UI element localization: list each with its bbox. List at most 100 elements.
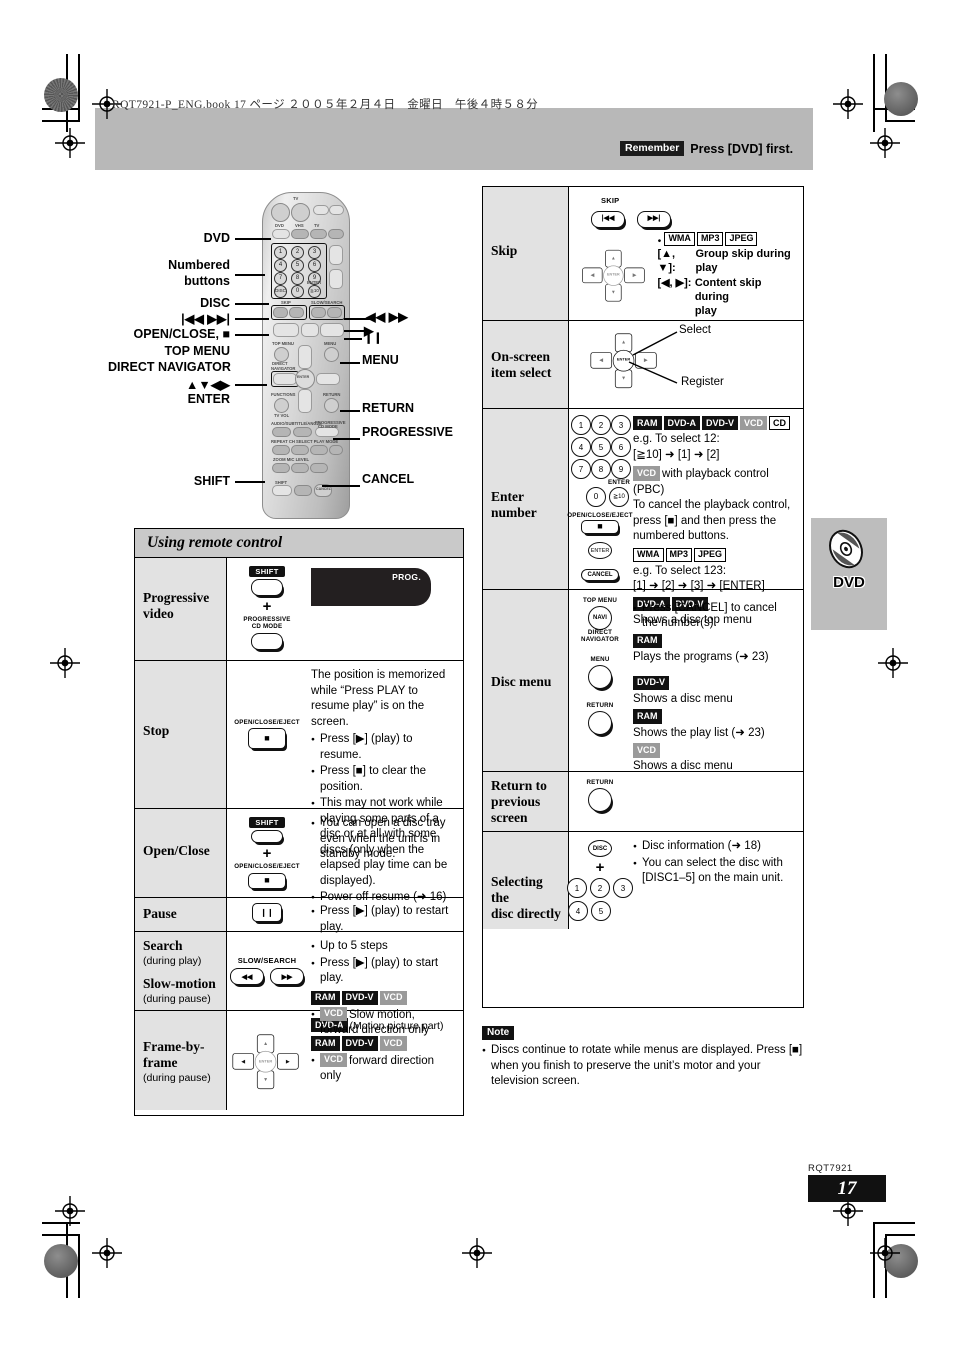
return-key-icon[interactable] xyxy=(588,711,612,736)
remote-play-key[interactable] xyxy=(320,323,344,337)
remote-setup-key[interactable] xyxy=(294,485,312,496)
number-key-1[interactable]: 1 xyxy=(571,415,591,435)
remote-side-btn-2[interactable] xyxy=(329,269,343,289)
table-row: Selecting the disc directly DISC + 1 2 3… xyxy=(483,832,803,929)
remote-num-7[interactable]: 7 xyxy=(274,272,287,285)
remote-key-oval[interactable] xyxy=(251,830,283,844)
remote-vhs-key-label: VHS xyxy=(295,223,304,228)
enter-key-icon[interactable]: ENTER xyxy=(588,542,612,559)
remote-shift-key[interactable] xyxy=(272,485,292,496)
number-key-7[interactable]: 7 xyxy=(571,459,591,479)
disc-key-icon[interactable]: DISC xyxy=(588,840,612,857)
remote-num-1[interactable]: 1 xyxy=(274,246,287,259)
remote-dvd-key[interactable] xyxy=(272,229,290,239)
skip-forward-key-icon[interactable]: ▶▶| xyxy=(637,210,671,228)
remote-num-4[interactable]: 4 xyxy=(274,259,287,272)
number-key-5[interactable]: 5 xyxy=(591,437,611,457)
cursor-right-key[interactable]: ▶ xyxy=(277,1052,299,1070)
row-label-disc-menu: Disc menu xyxy=(483,590,569,771)
number-key-6[interactable]: 6 xyxy=(611,437,631,457)
cancel-key-icon[interactable]: CANCEL xyxy=(581,569,619,582)
remote-num-6[interactable]: 6 xyxy=(308,259,321,272)
remote-num-2[interactable]: 2 xyxy=(291,246,304,259)
pause-key-icon[interactable]: ❙❙ xyxy=(252,903,282,922)
number-key-3[interactable]: 3 xyxy=(611,415,631,435)
return-key-icon[interactable] xyxy=(588,787,612,812)
remote-side-btn-1[interactable] xyxy=(329,245,343,265)
remote-skip-fwd[interactable] xyxy=(289,307,304,318)
remote-key-oval[interactable] xyxy=(251,579,283,596)
number-key-8[interactable]: 8 xyxy=(591,459,611,479)
remote-search-back[interactable] xyxy=(311,307,326,318)
badge-vcd: VCD xyxy=(379,990,407,1005)
remote-pause-key[interactable] xyxy=(301,323,319,337)
menu-key-icon[interactable] xyxy=(588,665,612,690)
remote-num-5[interactable]: 5 xyxy=(291,259,304,272)
remote-num-enter[interactable]: ≧10 xyxy=(308,285,321,298)
skip-back-key-icon[interactable]: |◀◀ xyxy=(591,210,625,228)
remote-lower-btn-3[interactable] xyxy=(272,445,290,455)
remote-enter-key[interactable] xyxy=(295,369,315,389)
remote-lower-btn-8[interactable] xyxy=(291,463,309,473)
cursor-left-key[interactable]: ◀ xyxy=(232,1052,255,1070)
remote-cursor-right[interactable] xyxy=(316,373,340,385)
disc-number-key-3[interactable]: 3 xyxy=(613,878,633,898)
disc-number-key-5[interactable]: 5 xyxy=(591,901,611,921)
remote-tv-key[interactable] xyxy=(310,229,327,239)
remote-aux-key[interactable] xyxy=(328,229,344,239)
progressive-key-icon[interactable] xyxy=(251,632,283,650)
cursor-down-key[interactable]: ▼ xyxy=(605,283,622,302)
search-rewind-key-icon[interactable]: ◀◀ xyxy=(230,968,264,986)
remote-lower-btn-5[interactable] xyxy=(310,445,328,455)
stop-key-icon[interactable]: ■ xyxy=(248,872,286,889)
remote-lower-btn-2[interactable] xyxy=(293,427,312,437)
disc-number-key-2[interactable]: 2 xyxy=(590,878,610,898)
disc-number-key-1[interactable]: 1 xyxy=(567,878,587,898)
number-key-2[interactable]: 2 xyxy=(591,415,611,435)
remote-lower-btn-9[interactable] xyxy=(310,463,328,473)
remote-lower-btn-1[interactable] xyxy=(272,427,291,437)
row-label-stop: Stop xyxy=(135,661,227,808)
cursor-down-key[interactable]: ▼ xyxy=(256,1069,275,1089)
number-key-4[interactable]: 4 xyxy=(571,437,591,457)
remote-functions-key[interactable] xyxy=(274,398,289,413)
remote-return-key[interactable] xyxy=(324,398,339,413)
remote-vhs-key[interactable] xyxy=(291,229,309,239)
callout-enter: ENTER xyxy=(187,392,230,406)
remote-stop-key[interactable] xyxy=(273,323,299,337)
stop-key-icon[interactable]: ■ xyxy=(581,519,619,535)
power-dial-1 xyxy=(271,203,290,222)
remote-cursor-down[interactable] xyxy=(298,389,312,413)
cursor-left-key[interactable]: ◀ xyxy=(590,352,613,369)
select-leader-line xyxy=(632,331,678,356)
remote-menu-key[interactable] xyxy=(324,347,339,362)
remote-num-3[interactable]: 3 xyxy=(308,246,321,259)
remote-skip-back[interactable] xyxy=(273,307,288,318)
remote-topmenu-key[interactable] xyxy=(274,347,289,362)
number-key-9[interactable]: 9 xyxy=(611,459,631,479)
badge-ram: RAM xyxy=(633,709,662,724)
navi-key-icon[interactable]: NAVI xyxy=(588,605,612,630)
list-item: Press [CANCEL] to cancel the number(s). xyxy=(633,601,795,632)
cursor-pad-icon: ▲ ◀ ▶ ▼ ENTER xyxy=(582,249,646,302)
enter-key[interactable]: ENTER xyxy=(603,265,624,286)
number-key-0[interactable]: 0 xyxy=(586,486,607,507)
remote-return-label: RETURN xyxy=(323,392,341,397)
cursor-left-key[interactable]: ◀ xyxy=(582,267,603,284)
enter-key[interactable]: ENTER xyxy=(254,1050,277,1073)
search-forward-key-icon[interactable]: ▶▶ xyxy=(270,968,304,986)
remote-lower-btn-7[interactable] xyxy=(272,463,290,473)
cursor-right-key[interactable]: ▶ xyxy=(624,267,645,284)
remote-disc-key[interactable]: DISC xyxy=(274,285,287,298)
remote-cursor-up[interactable] xyxy=(298,345,312,369)
remote-cursor-left[interactable] xyxy=(273,373,297,385)
number-key-over10[interactable]: ≧10 xyxy=(609,486,629,507)
remote-search-fwd[interactable] xyxy=(327,307,342,318)
remote-num-0[interactable]: 0 xyxy=(291,285,304,298)
remote-num-8[interactable]: 8 xyxy=(291,272,304,285)
stop-key-icon[interactable]: ■ xyxy=(248,728,286,750)
disc-number-key-4[interactable]: 4 xyxy=(568,901,588,921)
remote-lower-btn-4[interactable] xyxy=(291,445,309,455)
cursor-up-key[interactable]: ▲ xyxy=(256,1033,275,1053)
remote-lower-btn-6[interactable] xyxy=(329,445,343,455)
